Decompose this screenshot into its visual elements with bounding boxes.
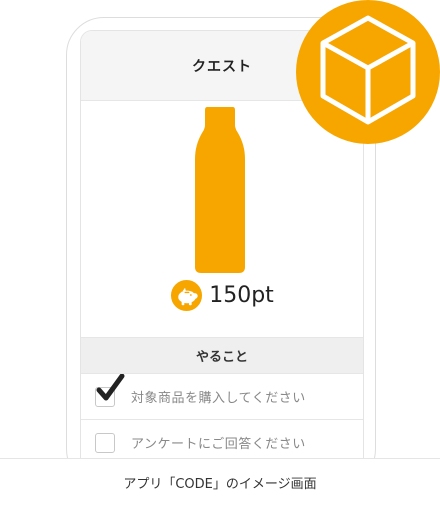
piggy-bank-coin-icon — [171, 279, 203, 312]
product-badge — [296, 0, 440, 144]
cube-icon — [320, 15, 416, 125]
task-label: アンケートにご回答ください — [131, 437, 306, 452]
section-title: やること — [195, 350, 248, 365]
task-item-purchase[interactable]: 対象商品を購入してください — [81, 373, 363, 420]
page-title: クエスト — [192, 58, 252, 75]
device-mockup: クエスト 150pt やること 対象商品を購入してください アンケートにご回答く… — [0, 0, 440, 458]
task-checkbox[interactable] — [95, 373, 125, 407]
points-reward: 150pt — [81, 279, 363, 312]
points-value: 150pt — [209, 283, 274, 308]
task-label: 対象商品を購入してください — [131, 391, 306, 406]
bottle-icon — [195, 107, 245, 273]
image-caption: アプリ「CODE」のイメージ画面 — [123, 477, 317, 492]
task-checkbox[interactable] — [95, 432, 115, 453]
task-item-survey[interactable]: アンケートにご回答ください — [81, 420, 363, 458]
caption-bar: アプリ「CODE」のイメージ画面 — [0, 458, 440, 506]
todo-section-header: やること — [81, 337, 363, 374]
checkmark-icon — [96, 373, 125, 400]
